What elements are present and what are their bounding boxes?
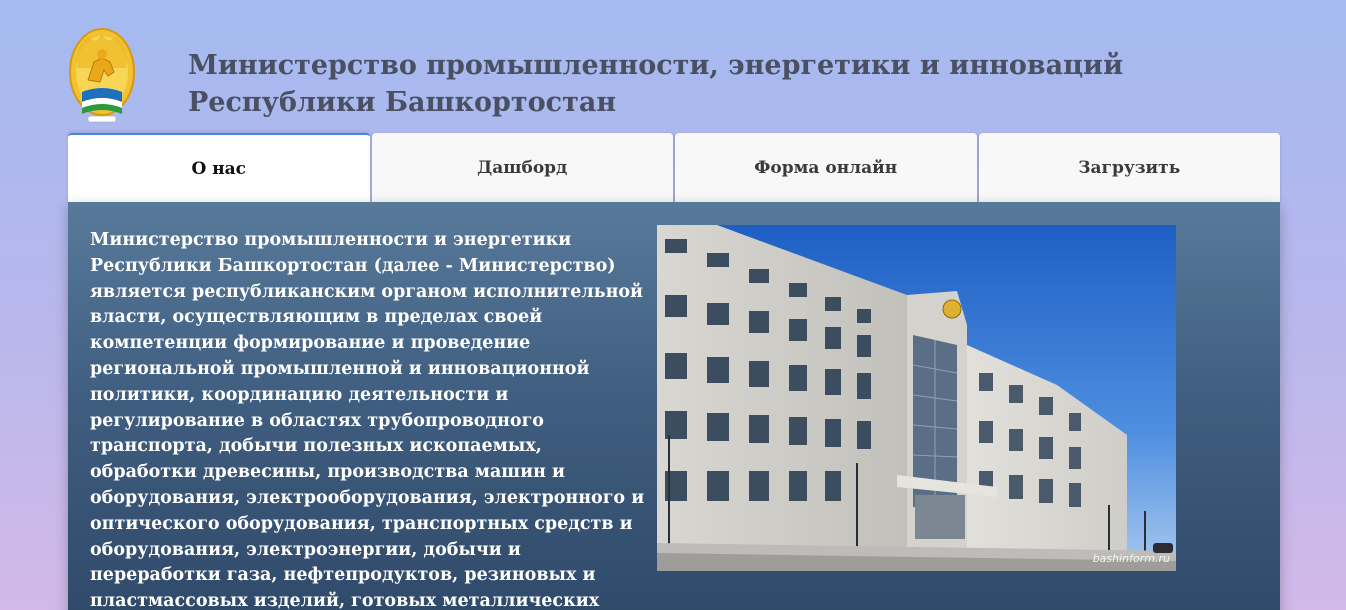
- page-title-line: Республики Башкортостан: [188, 87, 617, 118]
- about-text: Министерство промышленности и энергетики…: [90, 228, 645, 610]
- about-text-line: регулирование в областях трубопроводного: [90, 410, 544, 431]
- main-tabs: О нас Дашборд Форма онлайн Загрузить: [68, 133, 1280, 202]
- about-text-line: является республиканским органом исполни…: [90, 281, 644, 302]
- about-text-line: политики, координацию деятельности и: [90, 384, 509, 405]
- about-text-line: Республики Башкортостан (далее - Министе…: [90, 255, 616, 276]
- tab-dashboard[interactable]: Дашборд: [371, 133, 673, 202]
- about-text-line: переработки газа, нефтепродуктов, резино…: [90, 565, 596, 586]
- site-header: Министерство промышленности, энергетики …: [68, 28, 1280, 126]
- about-text-line: оборудования, электрооборудования, элект…: [90, 487, 645, 508]
- tab-upload[interactable]: Загрузить: [978, 133, 1280, 202]
- tab-about[interactable]: О нас: [68, 133, 370, 202]
- image-watermark: bashinform.ru: [1092, 552, 1170, 565]
- about-text-line: оборудования, электроэнергии, добычи и: [90, 539, 521, 560]
- about-text-line: Министерство промышленности и энергетики: [90, 230, 572, 250]
- government-building-photo: bashinform.ru: [657, 225, 1176, 571]
- tab-online-form[interactable]: Форма онлайн: [675, 133, 977, 202]
- about-text-line: обработки древесины, производства машин …: [90, 462, 565, 483]
- about-text-line: компетенции формирование и проведение: [90, 333, 531, 354]
- about-panel: Министерство промышленности и энергетики…: [68, 202, 1280, 610]
- about-text-line: власти, осуществляющим в пределах своей: [90, 307, 543, 328]
- page-title-line: Министерство промышленности, энергетики …: [188, 50, 1124, 81]
- about-text-line: региональной промышленной и инновационно…: [90, 358, 590, 379]
- page-title: Министерство промышленности, энергетики …: [188, 47, 1188, 121]
- bashkortostan-emblem-icon: [68, 28, 136, 126]
- about-text-line: пластмассовых изделий, готовых металличе…: [90, 591, 600, 610]
- about-text-line: оптического оборудования, транспортных с…: [90, 513, 633, 534]
- about-text-line: транспорта, добычи полезных ископаемых,: [90, 436, 542, 457]
